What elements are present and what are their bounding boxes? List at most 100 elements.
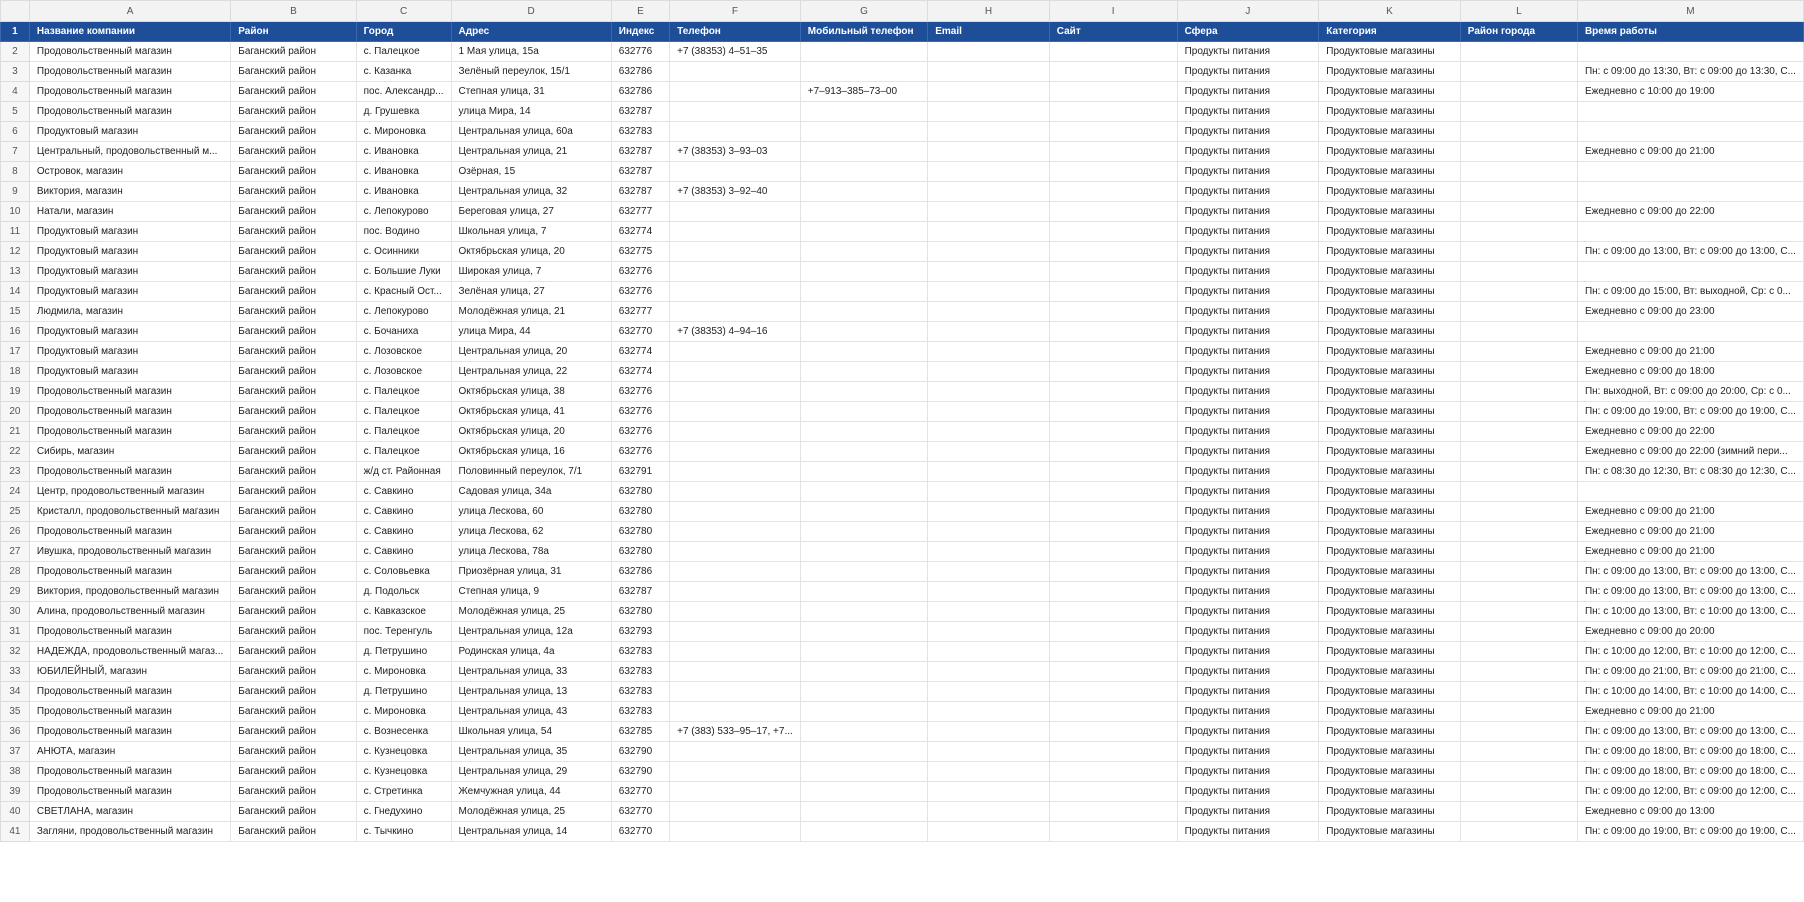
cell[interactable]: 632776 (610, 381, 671, 402)
row-number[interactable]: 17 (0, 341, 30, 362)
cell[interactable] (927, 41, 1050, 62)
column-header[interactable]: A (28, 0, 232, 22)
cell[interactable]: Баганский район (230, 381, 357, 402)
cell[interactable] (799, 201, 929, 222)
cell[interactable] (927, 661, 1050, 682)
cell[interactable]: Продуктовый магазин (28, 121, 232, 142)
cell[interactable]: Продукты питания (1176, 501, 1320, 522)
cell[interactable] (1459, 741, 1578, 762)
cell[interactable]: 632775 (610, 241, 671, 262)
cell[interactable]: Ежедневно с 09:00 до 22:00 (зимний пери.… (1576, 441, 1804, 462)
cell[interactable]: Сибирь, магазин (28, 441, 232, 462)
cell[interactable] (1048, 501, 1178, 522)
cell[interactable]: Продуктовые магазины (1318, 321, 1461, 342)
cell[interactable] (799, 701, 929, 722)
cell[interactable]: Центральная улица, 43 (450, 701, 612, 722)
cell[interactable] (799, 501, 929, 522)
cell[interactable] (927, 261, 1050, 282)
cell[interactable]: Продуктовые магазины (1318, 741, 1461, 762)
cell[interactable]: Баганский район (230, 761, 357, 782)
cell[interactable] (1048, 121, 1178, 142)
cell[interactable]: Продукты питания (1176, 181, 1320, 202)
cell[interactable] (1459, 641, 1578, 662)
cell[interactable] (799, 521, 929, 542)
cell[interactable]: Баганский район (230, 81, 357, 102)
row-number[interactable]: 27 (0, 541, 30, 562)
row-number[interactable]: 30 (0, 601, 30, 622)
cell[interactable]: Продукты питания (1176, 341, 1320, 362)
cell[interactable]: Баганский район (230, 501, 357, 522)
cell[interactable]: Продуктовый магазин (28, 241, 232, 262)
cell[interactable] (799, 621, 929, 642)
cell[interactable]: 632776 (610, 401, 671, 422)
row-number[interactable]: 31 (0, 621, 30, 642)
cell[interactable]: 632787 (610, 181, 671, 202)
cell[interactable] (1459, 221, 1578, 242)
cell[interactable] (1048, 621, 1178, 642)
cell[interactable]: Баганский район (230, 181, 357, 202)
cell[interactable] (799, 141, 929, 162)
column-header[interactable]: I (1048, 0, 1178, 22)
cell[interactable]: СВЕТЛАНА, магазин (28, 801, 232, 822)
cell[interactable]: +7 (38353) 3‒93‒03 (669, 141, 801, 162)
cell[interactable] (799, 561, 929, 582)
cell[interactable]: 632776 (610, 441, 671, 462)
cell[interactable]: Продуктовые магазины (1318, 281, 1461, 302)
cell[interactable]: Продукты питания (1176, 521, 1320, 542)
cell[interactable] (799, 321, 929, 342)
cell[interactable]: Продуктовые магазины (1318, 261, 1461, 282)
cell[interactable]: с. Казанка (355, 61, 452, 82)
cell[interactable]: Пн: с 09:00 до 19:00, Вт: с 09:00 до 19:… (1576, 401, 1804, 422)
cell[interactable]: Продуктовые магазины (1318, 501, 1461, 522)
cell[interactable]: 632776 (610, 281, 671, 302)
cell[interactable]: Продовольственный магазин (28, 781, 232, 802)
cell[interactable]: Продуктовый магазин (28, 341, 232, 362)
cell[interactable]: Центральная улица, 13 (450, 681, 612, 702)
cell[interactable]: Баганский район (230, 141, 357, 162)
cell[interactable]: Баганский район (230, 241, 357, 262)
cell[interactable] (927, 381, 1050, 402)
cell[interactable] (799, 221, 929, 242)
cell[interactable] (1459, 701, 1578, 722)
cell[interactable] (669, 281, 801, 302)
cell[interactable]: д. Петрушино (355, 641, 452, 662)
cell[interactable]: Жемчужная улица, 44 (450, 781, 612, 802)
cell[interactable] (1459, 141, 1578, 162)
cell[interactable] (1048, 541, 1178, 562)
cell[interactable]: Баганский район (230, 321, 357, 342)
cell[interactable] (1048, 761, 1178, 782)
cell[interactable]: Продуктовые магазины (1318, 141, 1461, 162)
cell[interactable] (1459, 561, 1578, 582)
cell[interactable]: Продукты питания (1176, 81, 1320, 102)
cell[interactable]: Продукты питания (1176, 161, 1320, 182)
cell[interactable] (1459, 381, 1578, 402)
cell[interactable]: НАДЕЖДА, продовольственный магаз... (28, 641, 232, 662)
cell[interactable]: с. Большие Луки (355, 261, 452, 282)
cell[interactable] (1048, 161, 1178, 182)
cell[interactable] (1459, 281, 1578, 302)
cell[interactable]: Продуктовые магазины (1318, 541, 1461, 562)
cell[interactable]: Продукты питания (1176, 221, 1320, 242)
cell[interactable]: Продовольственный магазин (28, 461, 232, 482)
row-number[interactable]: 11 (0, 221, 30, 242)
cell[interactable] (927, 281, 1050, 302)
cell[interactable]: Ежедневно с 09:00 до 21:00 (1576, 521, 1804, 542)
cell[interactable]: улица Лескова, 62 (450, 521, 612, 542)
header-cell[interactable]: Email (927, 21, 1050, 42)
cell[interactable]: Продуктовые магазины (1318, 341, 1461, 362)
cell[interactable] (1576, 161, 1804, 182)
cell[interactable] (799, 361, 929, 382)
cell[interactable]: Баганский район (230, 201, 357, 222)
cell[interactable] (669, 361, 801, 382)
cell[interactable]: Центральная улица, 12а (450, 621, 612, 642)
cell[interactable]: Продовольственный магазин (28, 421, 232, 442)
cell[interactable] (799, 341, 929, 362)
cell[interactable]: Ежедневно с 10:00 до 19:00 (1576, 81, 1804, 102)
cell[interactable]: Баганский район (230, 101, 357, 122)
cell[interactable] (1459, 361, 1578, 382)
cell[interactable] (799, 261, 929, 282)
cell[interactable]: д. Грушевка (355, 101, 452, 122)
row-number[interactable]: 40 (0, 801, 30, 822)
cell[interactable] (1459, 481, 1578, 502)
cell[interactable] (1048, 261, 1178, 282)
